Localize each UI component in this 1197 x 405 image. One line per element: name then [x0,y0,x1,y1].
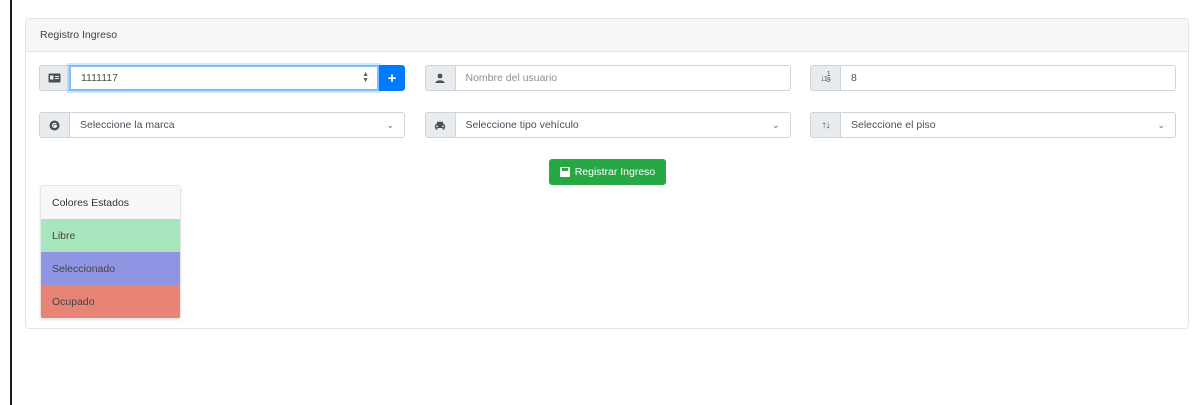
slot-group: ↓1 1 9 8 [810,65,1176,91]
brand-logo-icon [39,112,69,138]
car-icon [424,112,455,138]
floppy-disk-icon [559,167,570,177]
user-name-group: Nombre del usuario [424,65,791,91]
left-edge-line [10,0,12,405]
floor-select[interactable]: Seleccione el piso ⌄ [840,112,1176,138]
vehicle-type-select[interactable]: Seleccione tipo vehículo ⌄ [454,112,791,138]
form-row-1: 1111117 ▲ ▼ + Nombre del usuario ↓1 1 9 8 [39,65,1176,91]
card-header: Registro Ingreso [26,19,1188,52]
document-group: 1111117 ▲ ▼ + [39,65,405,91]
registro-ingreso-card: Registro Ingreso 1111117 ▲ ▼ + Nombre del… [25,18,1189,329]
document-number-input[interactable]: 1111117 ▲ ▼ [69,65,379,91]
brand-select[interactable]: Seleccione la marca ⌄ [69,112,405,138]
legend-item-ocupado: Ocupado [41,285,180,318]
sort-arrows-icon: ↑↓ [810,112,840,138]
id-card-icon [39,65,69,91]
sort-numeric-icon: ↓1 1 9 [810,65,840,91]
floor-group: ↑↓ Seleccione el piso ⌄ [810,112,1176,138]
legend-item-libre: Libre [41,219,180,252]
status-colors-legend: Colores Estados Libre Seleccionado Ocupa… [40,185,181,319]
vehicle-type-group: Seleccione tipo vehículo ⌄ [424,112,791,138]
add-user-button[interactable]: + [379,65,405,91]
card-title: Registro Ingreso [40,29,118,41]
chevron-down-icon: ⌄ [1157,119,1165,130]
register-entry-button[interactable]: Registrar Ingreso [549,159,666,185]
form-row-2: Seleccione la marca ⌄ Seleccione tipo ve… [39,112,1176,138]
legend-item-seleccionado: Seleccionado [41,252,180,285]
brand-group: Seleccione la marca ⌄ [39,112,405,138]
user-icon [424,65,455,91]
chevron-down-icon: ⌄ [771,119,780,130]
number-spinner[interactable]: ▲ ▼ [362,71,369,84]
chevron-down-icon: ⌄ [386,119,394,130]
user-name-input[interactable]: Nombre del usuario [454,65,791,91]
legend-title: Colores Estados [41,186,180,219]
slot-number-input[interactable]: 8 [840,65,1176,91]
